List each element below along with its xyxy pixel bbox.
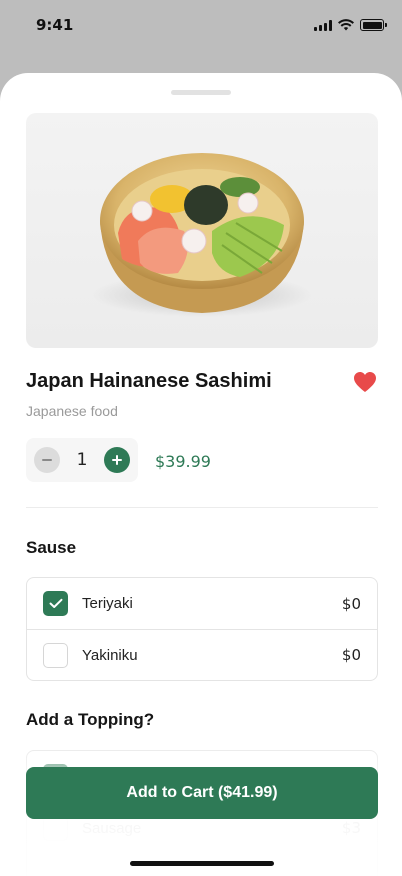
status-bar: 9:41 xyxy=(0,0,402,50)
sheet-grabber[interactable] xyxy=(171,90,231,95)
wifi-icon xyxy=(338,19,354,31)
sauce-options: Teriyaki $0 Yakiniku $0 xyxy=(26,577,378,681)
minus-icon xyxy=(42,459,52,461)
favorite-button[interactable] xyxy=(351,369,379,395)
option-price: $3 xyxy=(341,819,361,837)
option-label: Sausage xyxy=(82,819,142,837)
divider xyxy=(26,507,378,508)
sauce-option-yakiniku[interactable]: Yakiniku $0 xyxy=(27,629,377,680)
checkbox-checked[interactable] xyxy=(43,591,68,616)
decrement-button[interactable] xyxy=(34,447,60,473)
sauce-section-title: Sause xyxy=(26,538,77,557)
add-to-cart-button[interactable]: Add to Cart ($41.99) xyxy=(26,767,378,819)
option-label: Teriyaki xyxy=(82,595,133,612)
option-price: $0 xyxy=(341,646,361,664)
home-indicator xyxy=(130,861,274,866)
product-price: $39.99 xyxy=(155,452,211,471)
cellular-signal-icon xyxy=(314,19,332,31)
increment-button[interactable] xyxy=(103,447,130,473)
product-sheet: Japan Hainanese Sashimi Japanese food 1 … xyxy=(0,73,402,876)
product-image xyxy=(26,113,378,348)
status-time: 9:41 xyxy=(36,16,74,34)
option-label: Yakiniku xyxy=(82,646,138,664)
option-price: $0 xyxy=(341,594,361,613)
battery-icon xyxy=(360,19,387,31)
product-subtitle: Japanese food xyxy=(26,403,118,419)
checkbox[interactable] xyxy=(43,815,68,841)
plus-icon xyxy=(111,455,122,465)
heart-icon xyxy=(354,372,376,392)
check-icon xyxy=(49,598,62,608)
product-title: Japan Hainanese Sashimi xyxy=(26,370,272,392)
status-icons xyxy=(314,19,387,31)
checkbox[interactable] xyxy=(43,642,68,668)
topping-section-title: Add a Topping? xyxy=(26,710,155,729)
quantity-value: 1 xyxy=(76,450,88,470)
sauce-option-teriyaki[interactable]: Teriyaki $0 xyxy=(27,578,377,629)
quantity-stepper: 1 xyxy=(26,438,138,482)
